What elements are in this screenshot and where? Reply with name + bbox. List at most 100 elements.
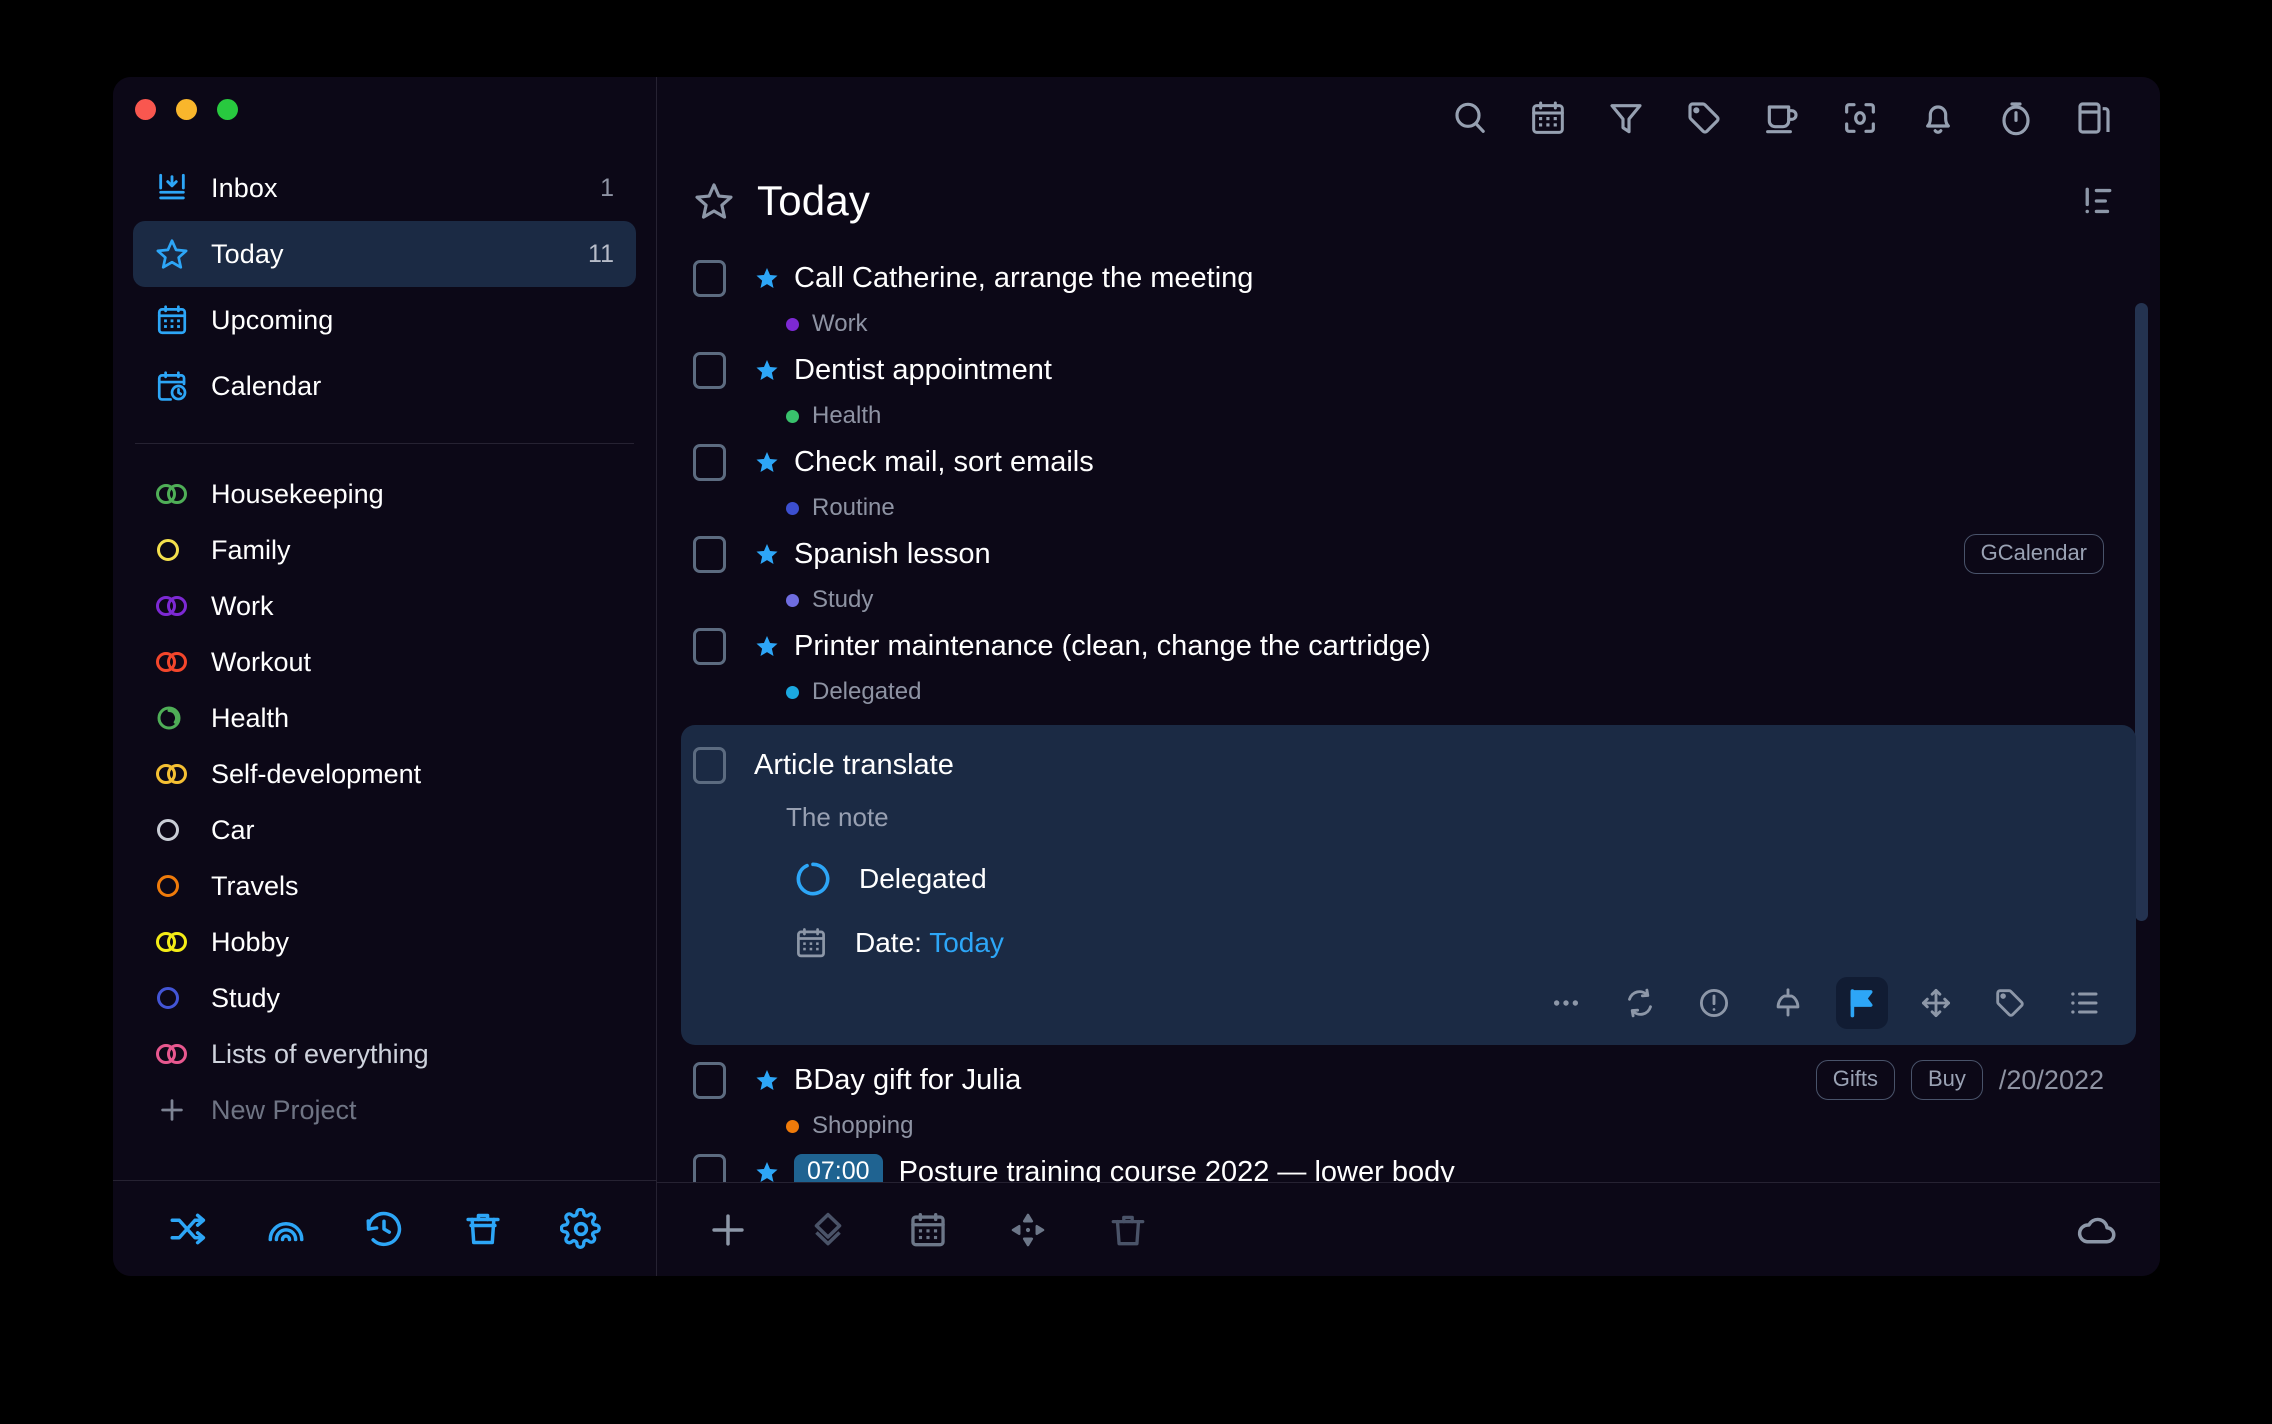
task-row[interactable]: Printer maintenance (clean, change the c… bbox=[657, 621, 2160, 713]
add-icon[interactable] bbox=[705, 1207, 751, 1253]
sidebar-item-inbox[interactable]: Inbox 1 bbox=[133, 155, 636, 221]
duplicate-window-icon[interactable] bbox=[2072, 96, 2116, 140]
task-note[interactable]: The note bbox=[681, 784, 2136, 833]
task-list[interactable]: Call Catherine, arrange the meeting Work bbox=[657, 243, 2160, 1182]
sidebar-item-upcoming[interactable]: Upcoming bbox=[133, 287, 636, 353]
task-main-line: Spanish lesson GCalendar bbox=[693, 529, 2120, 579]
star-icon[interactable] bbox=[754, 633, 780, 659]
settings-gear-icon[interactable] bbox=[559, 1207, 603, 1251]
task-checkbox[interactable] bbox=[693, 1061, 726, 1099]
tag-chip[interactable]: GCalendar bbox=[1963, 534, 2104, 574]
task-checkbox[interactable] bbox=[693, 535, 726, 573]
star-icon[interactable] bbox=[754, 449, 780, 475]
task-row[interactable]: 07:00 Posture training course 2022 — low… bbox=[657, 1147, 2160, 1182]
tag-chip[interactable]: Buy bbox=[1910, 1060, 1983, 1100]
project-item-hobby[interactable]: Hobby bbox=[133, 914, 636, 970]
bottom-toolbar bbox=[657, 1182, 2160, 1276]
sidebar-divider bbox=[135, 443, 634, 444]
task-date-row[interactable]: Date: Today bbox=[681, 899, 2136, 961]
project-item-work[interactable]: Work bbox=[133, 578, 636, 634]
shuffle-icon[interactable] bbox=[166, 1207, 210, 1251]
task-project-label: Work bbox=[812, 310, 868, 337]
new-project-button[interactable]: New Project bbox=[133, 1082, 636, 1138]
tag-icon[interactable] bbox=[1682, 96, 1726, 140]
repeat-icon[interactable] bbox=[1614, 977, 1666, 1029]
task-checkbox[interactable] bbox=[693, 747, 726, 784]
project-item-family[interactable]: Family bbox=[133, 522, 636, 578]
task-row[interactable]: Dentist appointment Health bbox=[657, 345, 2160, 437]
project-dot-icon bbox=[786, 409, 799, 423]
rainbow-icon[interactable] bbox=[264, 1207, 308, 1251]
task-status-row[interactable]: Delegated bbox=[681, 833, 2136, 899]
sidebar-item-calendar[interactable]: Calendar bbox=[133, 353, 636, 419]
filter-icon[interactable] bbox=[1604, 96, 1648, 140]
tag-icon[interactable] bbox=[1984, 977, 2036, 1029]
maximize-button[interactable] bbox=[217, 99, 238, 120]
date-value-link[interactable]: Today bbox=[929, 927, 1004, 958]
sidebar-item-count: 11 bbox=[588, 239, 614, 268]
star-icon[interactable] bbox=[754, 541, 780, 567]
task-checkbox[interactable] bbox=[693, 351, 726, 389]
layers-icon[interactable] bbox=[805, 1207, 851, 1253]
task-date-label: Date: Today bbox=[855, 927, 1004, 959]
task-title: BDay gift for Julia bbox=[794, 1063, 1022, 1096]
minimize-button[interactable] bbox=[176, 99, 197, 120]
move-icon[interactable] bbox=[1005, 1207, 1051, 1253]
task-row[interactable]: Call Catherine, arrange the meeting Work bbox=[657, 253, 2160, 345]
tag-chip[interactable]: Gifts bbox=[1815, 1060, 1895, 1100]
more-icon[interactable] bbox=[1540, 977, 1592, 1029]
task-checkbox[interactable] bbox=[693, 627, 726, 665]
star-icon[interactable] bbox=[754, 1159, 780, 1182]
project-item-workout[interactable]: Workout bbox=[133, 634, 636, 690]
move-icon[interactable] bbox=[1910, 977, 1962, 1029]
bell-icon[interactable] bbox=[1916, 96, 1960, 140]
project-double-circle-icon bbox=[155, 1037, 189, 1071]
close-button[interactable] bbox=[135, 99, 156, 120]
search-icon[interactable] bbox=[1448, 96, 1492, 140]
pin-icon[interactable] bbox=[1762, 977, 1814, 1029]
history-icon[interactable] bbox=[362, 1207, 406, 1251]
sidebar-item-today[interactable]: Today 11 bbox=[133, 221, 636, 287]
project-circle-icon bbox=[155, 981, 189, 1015]
flag-icon[interactable] bbox=[1836, 977, 1888, 1029]
star-icon[interactable] bbox=[754, 357, 780, 383]
coffee-mug-icon[interactable] bbox=[1760, 96, 1804, 140]
project-item-self-development[interactable]: Self-development bbox=[133, 746, 636, 802]
top-toolbar bbox=[657, 77, 2160, 159]
task-checkbox[interactable] bbox=[693, 1153, 726, 1182]
calendar-icon bbox=[155, 303, 189, 337]
task-checkbox[interactable] bbox=[693, 443, 726, 481]
stopwatch-icon[interactable] bbox=[1994, 96, 2038, 140]
project-item-travels[interactable]: Travels bbox=[133, 858, 636, 914]
sidebar-item-label: Upcoming bbox=[211, 304, 334, 335]
sidebar-footer-toolbar bbox=[113, 1180, 656, 1276]
focus-frame-icon[interactable] bbox=[1838, 96, 1882, 140]
task-row[interactable]: Spanish lesson GCalendar Study bbox=[657, 529, 2160, 621]
checklist-icon[interactable] bbox=[2058, 977, 2110, 1029]
delete-icon[interactable] bbox=[1105, 1207, 1151, 1253]
task-checkbox[interactable] bbox=[693, 259, 726, 297]
calendar-icon[interactable] bbox=[1526, 96, 1570, 140]
task-row-badges: GCalendar bbox=[1963, 534, 2104, 574]
project-item-housekeeping[interactable]: Housekeeping bbox=[133, 466, 636, 522]
project-item-lists-of-everything[interactable]: Lists of everything bbox=[133, 1026, 636, 1082]
task-time-badge: 07:00 bbox=[794, 1153, 883, 1182]
task-subline: Delegated bbox=[693, 671, 2120, 713]
star-outline-icon[interactable] bbox=[693, 180, 735, 222]
project-item-study[interactable]: Study bbox=[133, 970, 636, 1026]
priority-icon[interactable] bbox=[1688, 977, 1740, 1029]
calendar-icon[interactable] bbox=[905, 1207, 951, 1253]
expanded-task-card[interactable]: Article translate The note Delegated Dat… bbox=[681, 725, 2136, 1045]
card-title-row: Article translate bbox=[681, 747, 2136, 784]
sidebar-item-label: Calendar bbox=[211, 370, 322, 401]
trash-icon[interactable] bbox=[461, 1207, 505, 1251]
project-item-health[interactable]: Health bbox=[133, 690, 636, 746]
project-item-car[interactable]: Car bbox=[133, 802, 636, 858]
cloud-icon[interactable] bbox=[2074, 1207, 2120, 1253]
sort-priority-icon[interactable] bbox=[2076, 179, 2120, 223]
task-row[interactable]: Check mail, sort emails Routine bbox=[657, 437, 2160, 529]
star-icon[interactable] bbox=[754, 1067, 780, 1093]
task-row[interactable]: BDay gift for Julia Gifts Buy /20/2022 S… bbox=[657, 1055, 2160, 1147]
star-icon[interactable] bbox=[754, 265, 780, 291]
plus-icon bbox=[155, 1093, 189, 1127]
